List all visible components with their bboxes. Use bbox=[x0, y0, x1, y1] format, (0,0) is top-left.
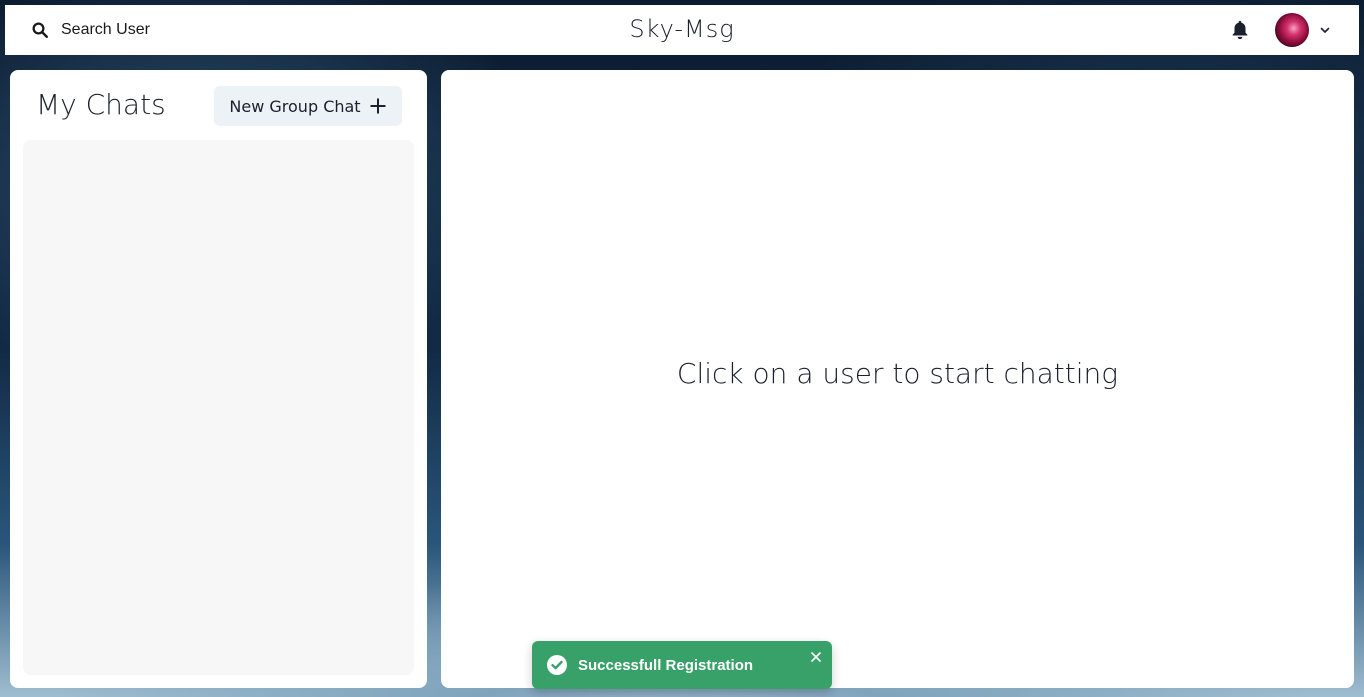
new-group-chat-button[interactable]: New Group Chat bbox=[214, 86, 402, 126]
toast-close-button[interactable] bbox=[808, 649, 824, 665]
new-group-chat-label: New Group Chat bbox=[229, 96, 361, 116]
empty-chat-placeholder: Click on a user to start chatting bbox=[676, 356, 1119, 390]
my-chats-panel: My Chats New Group Chat bbox=[10, 70, 427, 688]
my-chats-title: My Chats bbox=[36, 88, 166, 121]
plus-icon bbox=[370, 98, 386, 114]
app-title: Sky-Msg bbox=[629, 15, 735, 43]
chat-box: Click on a user to start chatting bbox=[441, 70, 1354, 688]
profile-menu-button[interactable] bbox=[1275, 13, 1331, 47]
success-toast: Successfull Registration bbox=[532, 641, 832, 689]
chat-list[interactable] bbox=[23, 140, 414, 675]
chevron-down-icon bbox=[1320, 27, 1330, 33]
check-circle-icon bbox=[547, 655, 567, 675]
top-navbar: Search User Sky-Msg bbox=[5, 5, 1359, 55]
avatar bbox=[1275, 13, 1309, 47]
close-icon bbox=[810, 651, 822, 663]
toast-message: Successfull Registration bbox=[578, 656, 754, 674]
bell-icon[interactable] bbox=[1229, 19, 1251, 41]
